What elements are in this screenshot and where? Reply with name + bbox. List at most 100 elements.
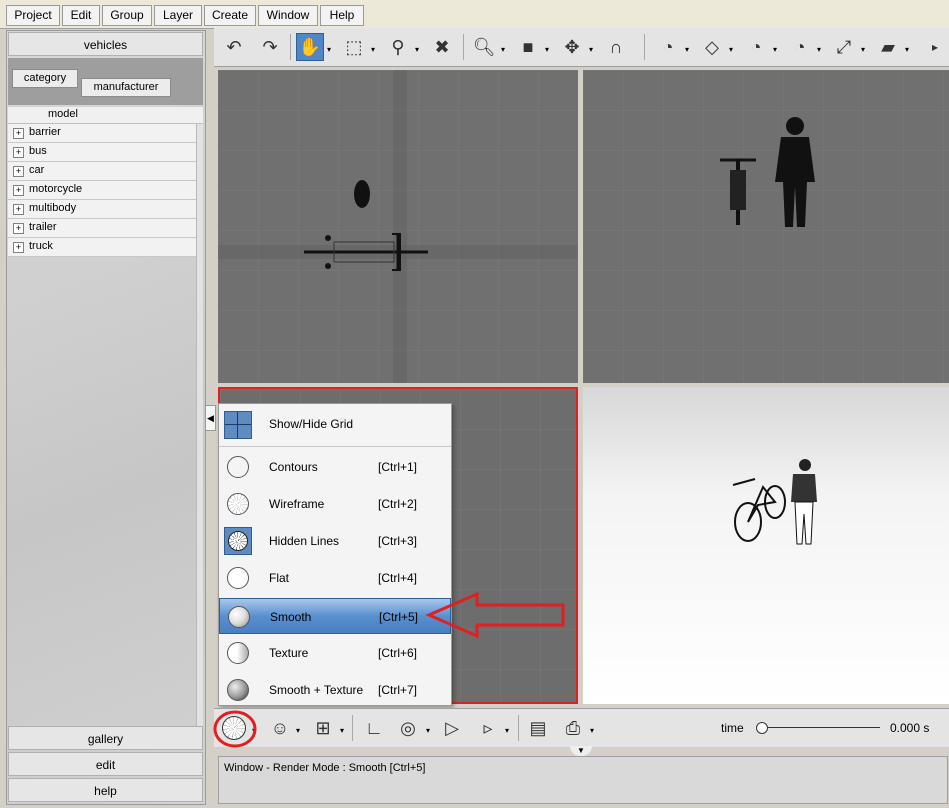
chevron-down-icon[interactable]: ▾: [773, 45, 777, 54]
edit-button[interactable]: edit: [8, 752, 203, 776]
expand-icon[interactable]: +: [13, 128, 24, 139]
contours-icon: [227, 456, 249, 478]
menu-project[interactable]: Project: [6, 5, 60, 26]
library-panel: vehicles manufacturer category model + ba…: [6, 30, 206, 805]
menu-help[interactable]: Help: [320, 5, 364, 26]
help-button[interactable]: help: [8, 778, 203, 802]
viewport-perspective[interactable]: [583, 387, 949, 704]
menu-item-contours[interactable]: Contours [Ctrl+1]: [219, 449, 451, 485]
menu-item-wireframe[interactable]: Wireframe [Ctrl+2]: [219, 486, 451, 522]
viewport-top[interactable]: [218, 70, 578, 383]
measure-icon[interactable]: ⤢: [830, 33, 858, 61]
tree-item-label: truck: [29, 240, 53, 252]
angle2-icon[interactable]: ◔: [786, 33, 814, 61]
expand-panel-icon[interactable]: ▼: [570, 746, 592, 756]
angle-icon[interactable]: ◔: [742, 33, 770, 61]
chevron-right-icon[interactable]: ▸: [926, 33, 944, 61]
viewport-front[interactable]: [583, 70, 949, 383]
zoom-icon[interactable]: 🔍︎: [470, 33, 498, 61]
document-icon[interactable]: ▤: [524, 714, 552, 742]
chevron-down-icon[interactable]: ▾: [589, 45, 593, 54]
menu-window[interactable]: Window: [258, 5, 318, 26]
head-view-icon[interactable]: ☺: [266, 714, 294, 742]
menu-item-hidden-lines[interactable]: Hidden Lines [Ctrl+3]: [219, 523, 451, 559]
chevron-down-icon[interactable]: ▾: [327, 45, 331, 54]
delete-icon[interactable]: ✖: [428, 33, 456, 61]
axes-icon[interactable]: ∟: [360, 714, 388, 742]
time-slider-track[interactable]: [760, 727, 880, 728]
toolbar-separator: [644, 34, 645, 60]
chevron-down-icon[interactable]: ▾: [817, 45, 821, 54]
tree-scrollbar[interactable]: [196, 124, 203, 729]
chevron-down-icon[interactable]: ▾: [426, 726, 430, 735]
plane-icon[interactable]: ◇: [698, 33, 726, 61]
expand-icon[interactable]: +: [13, 147, 24, 158]
move-axes-icon[interactable]: ✥: [558, 33, 586, 61]
chevron-down-icon[interactable]: ▾: [861, 45, 865, 54]
menu-item-label: Wireframe: [269, 497, 325, 511]
tree-item-trailer[interactable]: + trailer: [8, 219, 196, 238]
model-column-header[interactable]: model: [8, 107, 203, 124]
viewport-layout-icon[interactable]: ⊞: [309, 714, 337, 742]
cube-view-icon[interactable]: ■: [514, 33, 542, 61]
expand-icon[interactable]: +: [13, 166, 24, 177]
menu-create[interactable]: Create: [204, 5, 256, 26]
protractor-icon[interactable]: ◔: [654, 33, 682, 61]
select-box-icon[interactable]: ⬚: [340, 33, 368, 61]
menu-edit[interactable]: Edit: [62, 5, 100, 26]
person-top-figure: [354, 180, 370, 208]
hidden-lines-icon: [224, 527, 252, 555]
bottom-toolbar: ▾ ☺ ▾ ⊞ ▾ ∟ ◎ ▾ ▷ ▹ ▾ ▤ ⎙ ▾ time 0.000 s: [213, 708, 949, 748]
move-icon[interactable]: ⚲: [384, 33, 412, 61]
chevron-down-icon[interactable]: ▾: [340, 726, 344, 735]
menu-group[interactable]: Group: [102, 5, 152, 26]
chevron-down-icon[interactable]: ▾: [501, 45, 505, 54]
redo-icon[interactable]: ↷: [256, 33, 284, 61]
menu-layer[interactable]: Layer: [154, 5, 202, 26]
person-perspective-figure: [791, 459, 817, 545]
gallery-button[interactable]: gallery: [8, 726, 203, 750]
camera-icon[interactable]: ◎: [394, 714, 422, 742]
collapse-panel-icon[interactable]: ◀: [205, 405, 216, 431]
chevron-down-icon[interactable]: ▾: [590, 726, 594, 735]
tab-category[interactable]: category: [12, 69, 78, 88]
menu-item-texture[interactable]: Texture [Ctrl+6]: [219, 635, 451, 671]
magnet-icon[interactable]: ∩: [602, 33, 630, 61]
tree-item-label: barrier: [29, 126, 61, 138]
pan-hand-icon[interactable]: ✋: [296, 33, 324, 61]
expand-icon[interactable]: +: [13, 242, 24, 253]
chevron-down-icon[interactable]: ▾: [505, 726, 509, 735]
menu-item-shortcut: [Ctrl+7]: [378, 683, 418, 697]
expand-icon[interactable]: +: [13, 204, 24, 215]
chevron-down-icon[interactable]: ▾: [545, 45, 549, 54]
menu-item-show-hide-grid[interactable]: Show/Hide Grid: [219, 406, 451, 444]
chevron-down-icon[interactable]: ▾: [371, 45, 375, 54]
tree-item-car[interactable]: + car: [8, 162, 196, 181]
menu-item-smooth-texture[interactable]: Smooth + Texture [Ctrl+7]: [219, 672, 451, 708]
tree-item-barrier[interactable]: + barrier: [8, 124, 196, 143]
ruler-icon[interactable]: ▰: [874, 33, 902, 61]
expand-icon[interactable]: +: [13, 185, 24, 196]
tab-manufacturer[interactable]: manufacturer: [81, 78, 171, 97]
menu-item-flat[interactable]: Flat [Ctrl+4]: [219, 560, 451, 596]
menubar: Project Edit Group Layer Create Window H…: [0, 0, 949, 29]
chevron-down-icon[interactable]: ▾: [685, 45, 689, 54]
tree-item-truck[interactable]: + truck: [8, 238, 196, 257]
playback-options-icon[interactable]: ▹: [474, 714, 502, 742]
tree-item-multibody[interactable]: + multibody: [8, 200, 196, 219]
play-icon[interactable]: ▷: [438, 714, 466, 742]
menu-item-label: Show/Hide Grid: [269, 417, 354, 431]
vehicles-header-button[interactable]: vehicles: [8, 32, 203, 56]
chevron-down-icon[interactable]: ▾: [296, 726, 300, 735]
chevron-down-icon[interactable]: ▾: [905, 45, 909, 54]
tree-item-bus[interactable]: + bus: [8, 143, 196, 162]
time-slider-handle[interactable]: [756, 722, 768, 734]
expand-icon[interactable]: +: [13, 223, 24, 234]
chevron-down-icon[interactable]: ▾: [729, 45, 733, 54]
print-icon[interactable]: ⎙: [559, 714, 587, 742]
chevron-down-icon[interactable]: ▾: [415, 45, 419, 54]
tree-item-motorcycle[interactable]: + motorcycle: [8, 181, 196, 200]
menu-item-smooth[interactable]: Smooth [Ctrl+5]: [219, 598, 451, 634]
model-tree: + barrier + bus + car + motorcycle + multibod…: [8, 124, 196, 257]
undo-icon[interactable]: ↶: [220, 33, 248, 61]
